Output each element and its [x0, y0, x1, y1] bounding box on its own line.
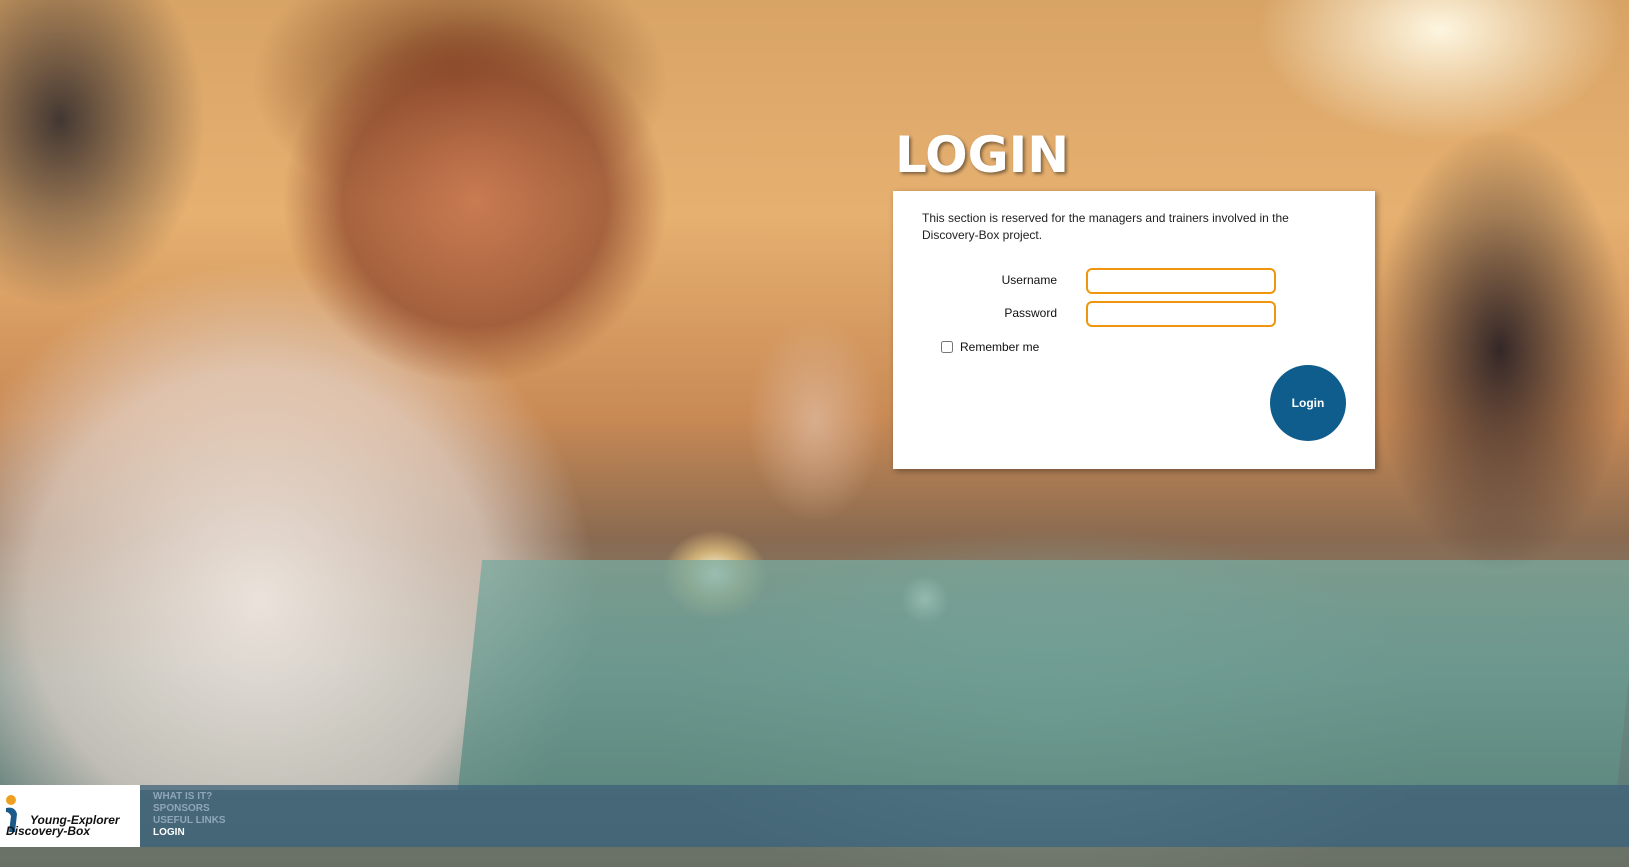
page-title: LOGIN [895, 126, 1070, 184]
nav-item-login[interactable]: LOGIN [153, 827, 226, 839]
logo-text-line2: Discovery-Box [6, 824, 91, 838]
remember-me-row: Remember me [941, 340, 1039, 354]
username-label: Username [1001, 273, 1057, 287]
footer-bar: Young-Explorer Discovery-Box WHAT IS IT?… [0, 785, 1629, 847]
site-logo[interactable]: Young-Explorer Discovery-Box [0, 785, 140, 847]
remember-me-label: Remember me [960, 340, 1040, 354]
nav-item-useful-links[interactable]: USEFUL LINKS [153, 815, 226, 827]
background-photo-adult [1380, 90, 1629, 570]
background-photo-second-child [730, 300, 900, 560]
login-form: This section is reserved for the manager… [893, 191, 1375, 469]
password-label: Password [1004, 306, 1057, 320]
login-intro-text: This section is reserved for the manager… [922, 211, 1289, 242]
background-photo-face [205, 0, 725, 430]
footer-nav: WHAT IS IT? SPONSORS USEFUL LINKS LOGIN [153, 791, 226, 839]
background-photo-table [457, 560, 1629, 790]
remember-me-checkbox[interactable] [941, 341, 953, 353]
login-button[interactable]: Login [1270, 365, 1346, 441]
nav-item-sponsors[interactable]: SPONSORS [153, 803, 226, 815]
password-input[interactable] [1086, 301, 1276, 327]
username-input[interactable] [1086, 268, 1276, 294]
nav-item-what-is-it[interactable]: WHAT IS IT? [153, 791, 226, 803]
footer-bottom-strip [0, 847, 1629, 867]
page: LOGIN This section is reserved for the m… [0, 0, 1629, 867]
